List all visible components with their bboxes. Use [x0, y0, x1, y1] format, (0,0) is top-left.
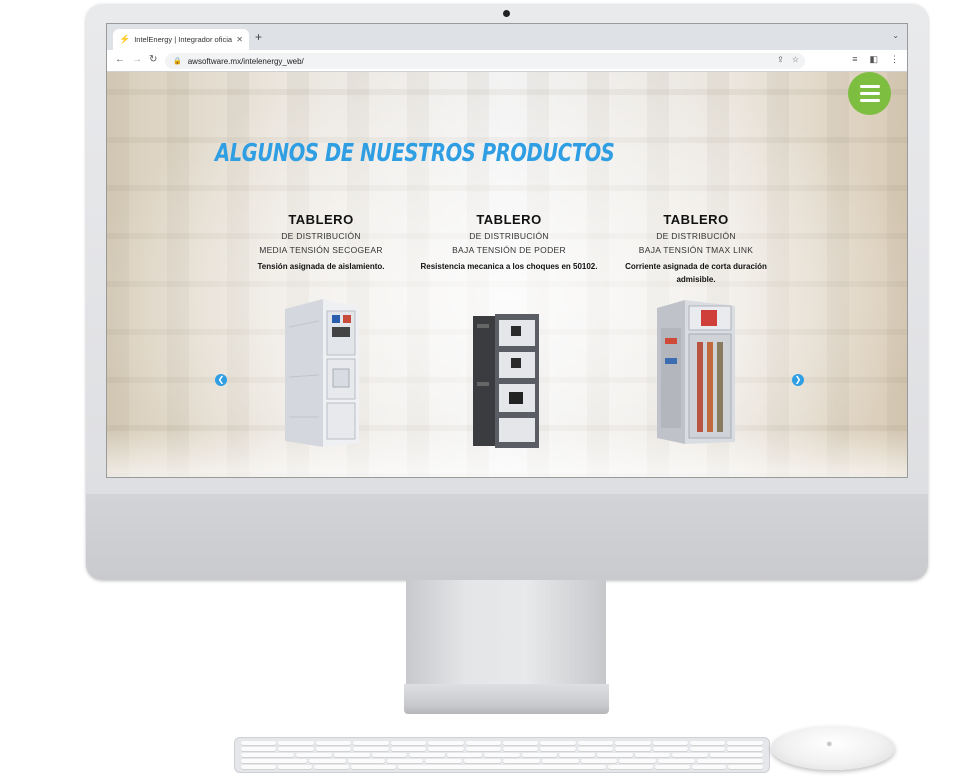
product-description: Corriente asignada de corta duración adm…: [625, 262, 767, 284]
monitor-base: [404, 684, 609, 714]
monitor-chin: [86, 494, 928, 580]
reload-icon[interactable]: ↻: [149, 54, 157, 65]
switchgear-image-baja-tension-poder[interactable]: [471, 312, 543, 450]
switchgear-image-tmax-link[interactable]: [655, 298, 739, 448]
camera-dot: [503, 10, 510, 17]
product-card[interactable]: TABLERO DE DISTRIBUCIÓN BAJA TENSIÓN TMA…: [606, 212, 786, 286]
side-panel-icon[interactable]: ◧: [869, 54, 878, 65]
url-input[interactable]: 🔒 awsoftware.mx/intelenergy_web/ ⇪ ☆: [165, 53, 805, 69]
lock-icon[interactable]: 🔒: [173, 57, 182, 65]
browser-tab[interactable]: ⚡ IntelEnergy | Integrador oficial ✕: [113, 29, 249, 50]
tab-title: IntelEnergy | Integrador oficial: [134, 35, 233, 44]
url-text: awsoftware.mx/intelenergy_web/: [187, 56, 304, 66]
section-title: ALGUNOS DE NUESTROS PRODUCTOS: [215, 138, 615, 167]
product-title: TABLERO: [476, 212, 542, 227]
product-description: Tensión asignada de aislamiento.: [257, 262, 385, 271]
page-content: ALGUNOS DE NUESTROS PRODUCTOS TABLERO DE…: [107, 72, 907, 477]
share-icon[interactable]: ⇪: [777, 55, 784, 64]
carousel-prev-button[interactable]: ❮: [215, 374, 227, 386]
product-subtitle-2: MEDIA TENSIÓN SECOGEAR: [259, 245, 383, 255]
monitor: ⚡ IntelEnergy | Integrador oficial ✕ + ⌄…: [86, 4, 928, 580]
product-subtitle: DE DISTRIBUCIÓN: [281, 231, 361, 241]
lightning-icon: ⚡: [119, 34, 131, 44]
close-tab-icon[interactable]: ✕: [236, 35, 243, 44]
tab-bar: ⚡ IntelEnergy | Integrador oficial ✕ + ⌄: [107, 24, 907, 50]
address-bar: ← → ↻ 🔒 awsoftware.mx/intelenergy_web/ ⇪…: [107, 50, 907, 72]
apple-logo-icon: ●: [826, 738, 833, 750]
back-icon[interactable]: ←: [115, 54, 125, 65]
product-subtitle-2: BAJA TENSIÓN TMAX LINK: [638, 245, 754, 255]
browser-window: ⚡ IntelEnergy | Integrador oficial ✕ + ⌄…: [106, 23, 908, 478]
magic-mouse: ●: [771, 726, 895, 770]
reading-list-icon[interactable]: ≡: [852, 54, 857, 65]
keyboard: [234, 737, 770, 773]
product-subtitle-2: BAJA TENSIÓN DE PODER: [452, 245, 566, 255]
chevron-down-icon[interactable]: ⌄: [892, 31, 899, 40]
product-description: Resistencia mecanica a los choques en 50…: [420, 262, 598, 271]
product-subtitle: DE DISTRIBUCIÓN: [656, 231, 736, 241]
forward-icon[interactable]: →: [132, 54, 142, 65]
product-card[interactable]: TABLERO DE DISTRIBUCIÓN BAJA TENSIÓN DE …: [419, 212, 599, 273]
product-title: TABLERO: [663, 212, 729, 227]
carousel-next-button[interactable]: ❯: [792, 374, 804, 386]
product-card[interactable]: TABLERO DE DISTRIBUCIÓN MEDIA TENSIÓN SE…: [231, 212, 411, 273]
star-icon[interactable]: ☆: [792, 55, 799, 64]
monitor-stand: [406, 580, 606, 684]
more-menu-icon[interactable]: ⋮: [890, 54, 899, 65]
hamburger-menu-button[interactable]: [848, 72, 891, 115]
product-title: TABLERO: [288, 212, 354, 227]
new-tab-icon[interactable]: +: [255, 30, 262, 44]
product-subtitle: DE DISTRIBUCIÓN: [469, 231, 549, 241]
switchgear-image-secogear[interactable]: [283, 297, 363, 452]
